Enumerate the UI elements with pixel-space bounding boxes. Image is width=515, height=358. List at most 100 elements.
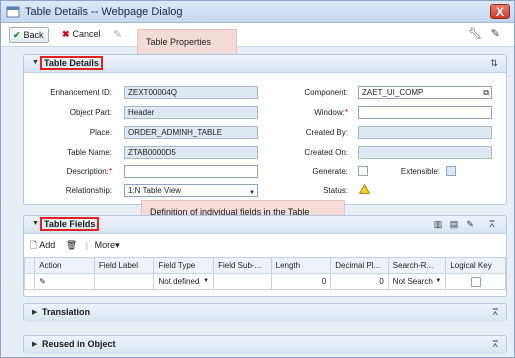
fields-table: Action Field Label Field Type Field Sub-…: [23, 257, 506, 290]
column-header[interactable]: Field Type: [153, 257, 215, 274]
description-label: Description:*: [24, 167, 112, 176]
ie-app-icon: [6, 6, 20, 18]
relationship-select[interactable]: 1:N Table View ▼: [124, 184, 258, 197]
created-by-label: Created By:: [305, 128, 348, 137]
column-header[interactable]: Field Label: [93, 257, 155, 274]
more-arrow-icon: ▾: [115, 240, 120, 250]
action-cell[interactable]: ✎: [34, 273, 95, 290]
enhancement-id-label: Enhancement ID:: [50, 88, 112, 97]
fields-toolbar: 🗋︎ Add 🗑︎ | More▾: [30, 238, 120, 252]
component-field[interactable]: ZAET_UI_COMP ⧉: [358, 86, 492, 99]
reused-in-object-title: Reused in Object: [42, 339, 116, 349]
warning-triangle-icon: [359, 184, 370, 194]
pencil-icon[interactable]: ✎: [491, 27, 500, 40]
edit-page-icon[interactable]: ✎: [113, 28, 122, 41]
translation-panel: ▶ Translation ⩞: [23, 303, 507, 322]
fields-header-row: Action Field Label Field Type Field Sub-…: [23, 257, 506, 274]
relationship-value: 1:N Table View: [128, 186, 182, 195]
close-window-button[interactable]: X: [490, 4, 510, 19]
search-cell[interactable]: Not Search ▼: [387, 273, 447, 290]
object-part-field: Header: [124, 106, 258, 119]
cancel-button[interactable]: ✖ Cancel: [59, 27, 105, 43]
edit-icon[interactable]: ✎: [464, 218, 476, 230]
back-label: Back: [23, 30, 44, 40]
field-type-cell[interactable]: Not defined ▼: [153, 273, 215, 290]
table-details-header[interactable]: ▼ Table Details ⇅: [24, 55, 506, 73]
extensible-checkbox: [446, 166, 456, 176]
created-on-field: [358, 146, 492, 159]
created-by-field: [358, 126, 492, 139]
chart-icon[interactable]: ▥: [432, 218, 444, 230]
column-header[interactable]: Search-R...: [387, 257, 447, 274]
field-type-value: Not defined: [158, 277, 200, 286]
logical-key-cell: [445, 273, 506, 290]
expand-triangle-icon[interactable]: ▼: [32, 59, 39, 66]
collapse-icon[interactable]: ⩞: [486, 218, 498, 230]
dropdown-arrow-icon[interactable]: ▼: [435, 278, 441, 284]
callout-text: Table Properties: [146, 37, 212, 47]
dropdown-arrow-icon[interactable]: ▼: [249, 188, 255, 199]
object-part-label: Object Part:: [69, 108, 112, 117]
generate-label: Generate:: [312, 167, 348, 176]
enhancement-id-field: ZEXT00004Q: [124, 86, 258, 99]
expand-triangle-icon[interactable]: ▶: [32, 308, 37, 316]
cancel-label: Cancel: [72, 29, 101, 39]
dialog-window: Table Details -- Webpage Dialog X ✔ Back …: [0, 0, 515, 358]
translation-header[interactable]: ▶ Translation ⩞: [24, 304, 506, 322]
expand-triangle-icon[interactable]: ▼: [32, 220, 39, 227]
table-fields-header[interactable]: ▼ Table Fields ▥ ▤ ✎ ⩞: [24, 216, 506, 234]
add-label: Add: [39, 240, 56, 250]
toolbar: ✔ Back ✖ Cancel ✎ 🔧︎ ✎: [1, 23, 514, 47]
reused-in-object-panel: ▶ Reused in Object ⩞: [23, 335, 507, 354]
reused-in-object-header[interactable]: ▶ Reused in Object ⩞: [24, 336, 506, 354]
wrench-icon[interactable]: 🔧︎: [468, 27, 482, 40]
more-label: More: [94, 240, 116, 250]
toolbar-divider: |: [85, 240, 89, 250]
title-bar: Table Details -- Webpage Dialog X: [1, 1, 514, 23]
field-sub-cell[interactable]: [213, 273, 272, 290]
window-title: Table Details -- Webpage Dialog: [25, 6, 183, 18]
row-selector[interactable]: [23, 273, 36, 290]
column-header[interactable]: Field Sub-...: [213, 257, 272, 274]
field-type-select[interactable]: Not defined ▼: [158, 277, 209, 286]
table-fields-panel: ▼ Table Fields ▥ ▤ ✎ ⩞ 🗋︎ Add 🗑︎ | More▾…: [23, 215, 507, 297]
window-label-text: Window:: [314, 108, 345, 117]
place-field: ORDER_ADMINH_TABLE: [124, 126, 258, 139]
logical-key-checkbox[interactable]: [470, 276, 481, 287]
length-cell[interactable]: 0: [270, 273, 332, 290]
translation-title: Translation: [42, 307, 91, 317]
back-button[interactable]: ✔ Back: [9, 27, 49, 43]
window-input[interactable]: [358, 106, 492, 119]
extensible-label: Extensible:: [400, 167, 440, 176]
add-button[interactable]: 🗋︎ Add: [30, 240, 55, 250]
table-row: ✎ Not defined ▼ 0 0 Not Search ▼: [23, 273, 506, 290]
row-selector-header: [23, 257, 36, 274]
print-icon[interactable]: ▤: [448, 218, 460, 230]
edit-row-icon[interactable]: ✎: [39, 277, 46, 286]
expand-triangle-icon[interactable]: ▶: [32, 340, 37, 348]
cancel-x-icon: ✖: [62, 29, 70, 39]
field-label-cell[interactable]: [93, 273, 155, 290]
dropdown-arrow-icon[interactable]: ▼: [203, 278, 209, 284]
collapse-icon[interactable]: ⩞: [493, 307, 498, 318]
delete-icon[interactable]: 🗑︎: [66, 240, 77, 250]
checkmark-icon: ✔: [13, 30, 21, 40]
table-details-panel: ▼ Table Details ⇅ Enhancement ID: ZEXT00…: [23, 54, 507, 205]
table-details-title: Table Details: [40, 56, 103, 70]
column-header[interactable]: Length: [270, 257, 332, 274]
relationship-label: Relationship:: [65, 186, 112, 195]
column-header[interactable]: Logical Key: [445, 257, 506, 274]
personalize-icon[interactable]: ⇅: [488, 57, 500, 69]
table-name-field: ZTAB0000D5: [124, 146, 258, 159]
table-name-label: Table Name:: [67, 148, 112, 157]
description-input[interactable]: [124, 165, 258, 178]
decimal-cell[interactable]: 0: [330, 273, 389, 290]
search-select[interactable]: Not Search ▼: [393, 277, 442, 286]
generate-checkbox[interactable]: [358, 166, 368, 176]
column-header[interactable]: Action: [34, 257, 95, 274]
more-menu-button[interactable]: More▾: [95, 240, 120, 250]
column-header[interactable]: Decimal Pl...: [330, 257, 389, 274]
collapse-icon[interactable]: ⩞: [493, 339, 498, 350]
description-label-text: Description:: [66, 167, 109, 176]
value-help-icon[interactable]: ⧉: [483, 87, 489, 98]
